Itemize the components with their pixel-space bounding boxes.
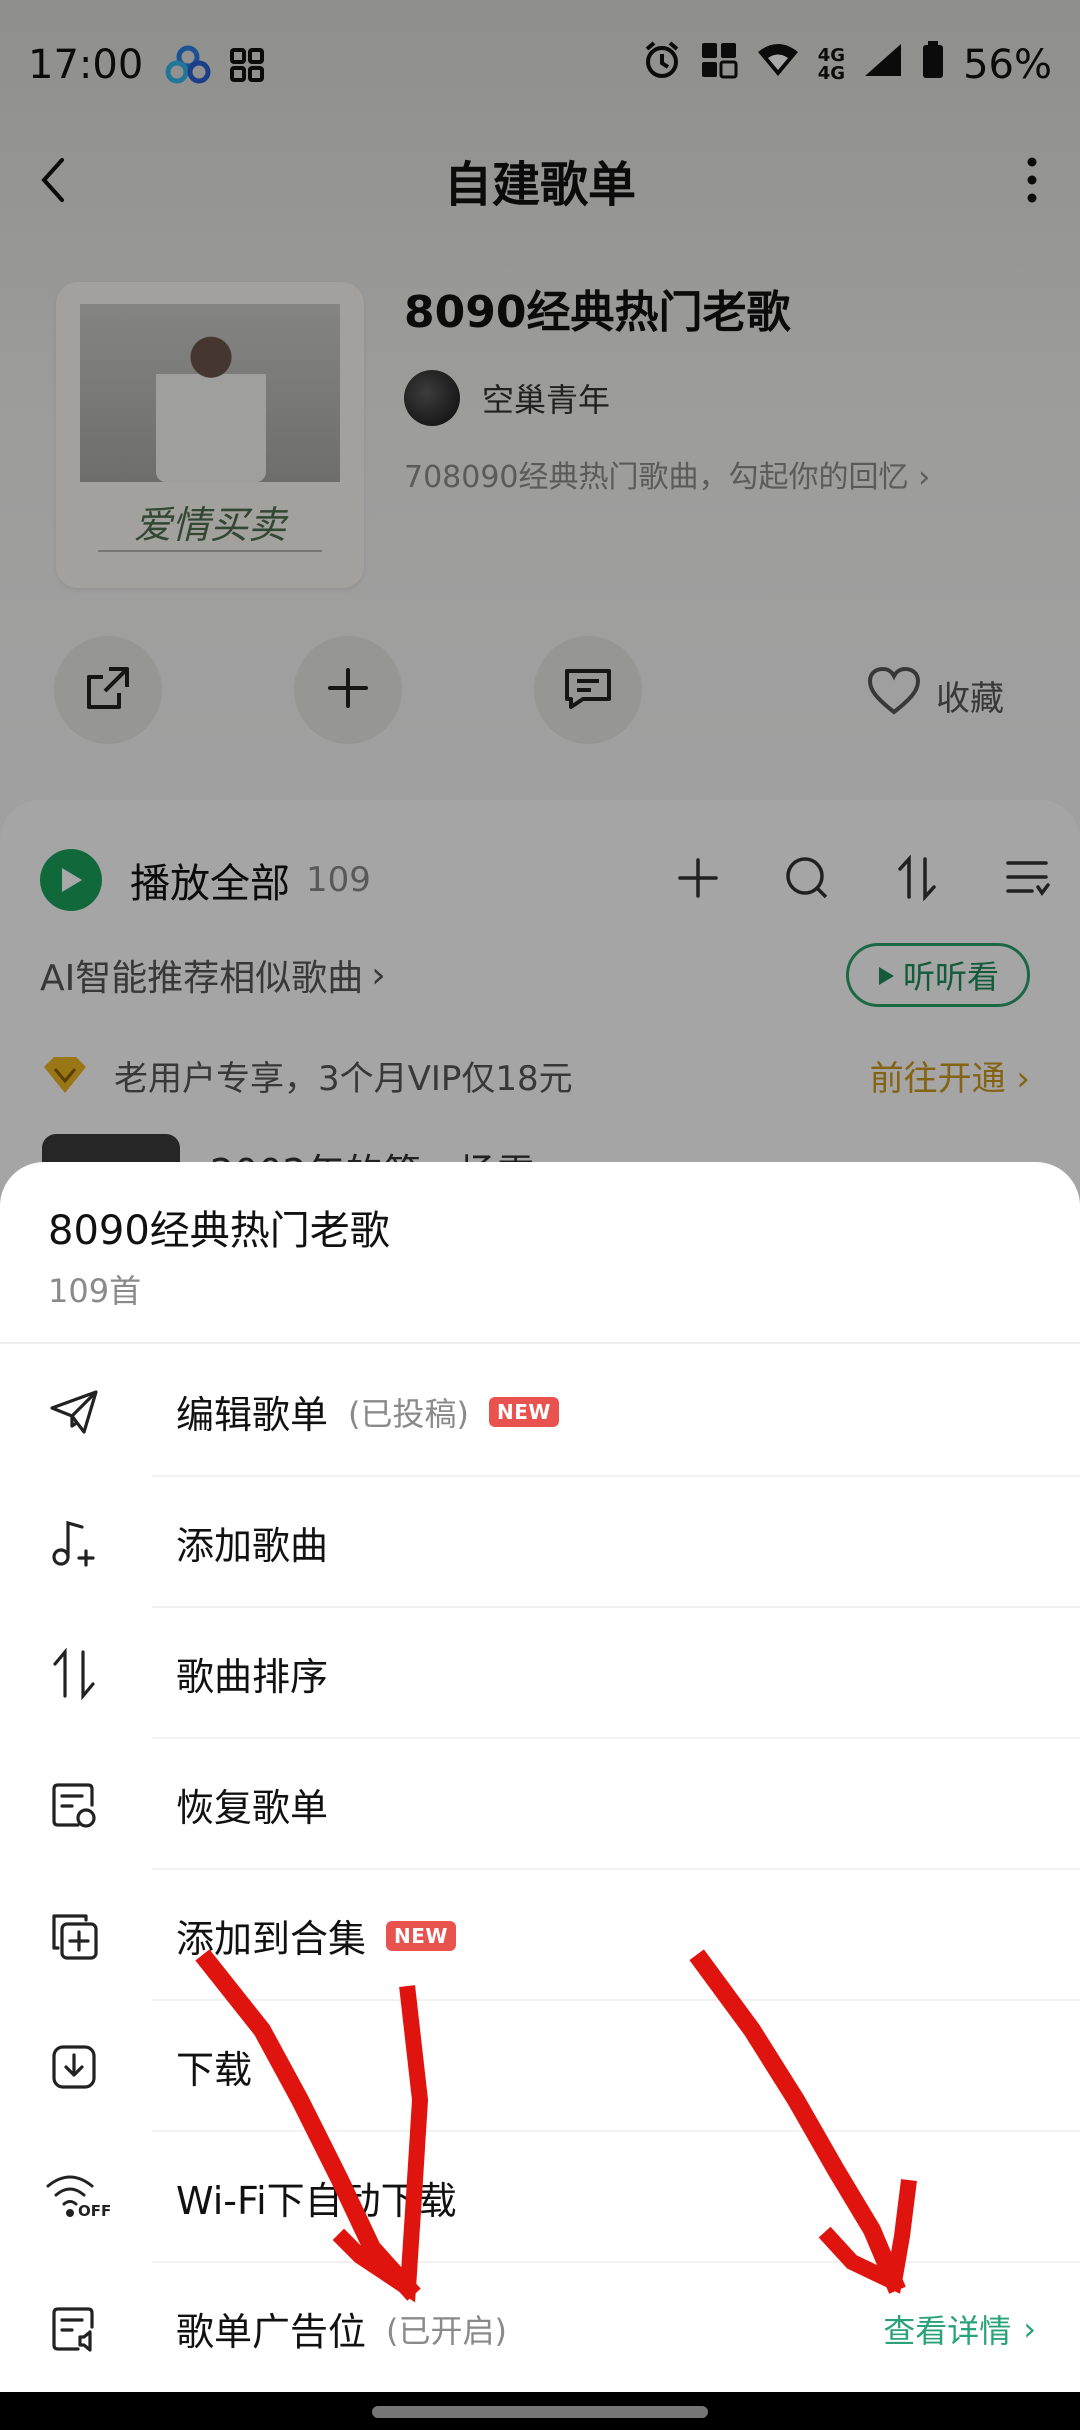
add-to-collection-icon <box>44 1906 104 1966</box>
menu-item-sort-songs[interactable]: 歌曲排序 <box>0 1608 1080 1739</box>
menu-label: 下载 <box>176 2039 252 2094</box>
view-details-label: 查看详情 <box>883 2311 1012 2350</box>
wifi-off-label: OFF <box>78 2201 112 2220</box>
menu-item-text: 歌曲排序 <box>176 1655 329 1699</box>
music-note-add-icon <box>44 1513 104 1573</box>
menu-item-text: 恢复歌单 <box>176 1786 329 1830</box>
wifi-off-icon: OFF <box>44 2168 124 2228</box>
chevron-right-icon: › <box>1023 2309 1036 2348</box>
menu-item-edit-playlist[interactable]: 编辑歌单 (已投稿) NEW <box>0 1346 1080 1477</box>
home-indicator[interactable] <box>372 2406 708 2418</box>
options-menu: 编辑歌单 (已投稿) NEW 添加歌曲 歌曲排序 恢复歌单 添加到合集 NEW … <box>0 1346 1080 2394</box>
menu-item-wifi-auto-download[interactable]: OFF Wi-Fi下自动下载 <box>0 2132 1080 2263</box>
playlist-options-sheet: 8090经典热门老歌 109首 编辑歌单 (已投稿) NEW 添加歌曲 歌曲排序… <box>0 1162 1080 2392</box>
menu-item-text: Wi-Fi下自动下载 <box>176 2179 457 2223</box>
sheet-header: 8090经典热门老歌 109首 <box>0 1162 1080 1344</box>
menu-label: 歌曲排序 <box>176 1646 328 1701</box>
menu-label: Wi-Fi下自动下载 <box>176 2170 457 2225</box>
menu-label: 编辑歌单 (已投稿) NEW <box>176 1384 559 1439</box>
menu-item-note: (已投稿) <box>348 1394 469 1433</box>
menu-item-text: 歌单广告位 <box>176 2310 367 2354</box>
menu-item-add-songs[interactable]: 添加歌曲 <box>0 1477 1080 1608</box>
menu-label: 歌单广告位 (已开启) <box>176 2301 507 2356</box>
menu-item-text: 添加歌曲 <box>176 1524 329 1568</box>
menu-item-restore-playlist[interactable]: 恢复歌单 <box>0 1739 1080 1870</box>
download-icon <box>44 2037 104 2097</box>
menu-label: 添加到合集 NEW <box>176 1908 456 1963</box>
menu-item-ad-slot[interactable]: 歌单广告位 (已开启) 查看详情 › <box>0 2263 1080 2394</box>
paper-plane-icon <box>44 1382 104 1442</box>
menu-item-text: 编辑歌单 <box>176 1393 329 1437</box>
new-badge: NEW <box>386 1920 456 1951</box>
menu-item-text: 下载 <box>176 2048 253 2092</box>
menu-label: 添加歌曲 <box>176 1515 328 1570</box>
menu-item-add-to-collection[interactable]: 添加到合集 NEW <box>0 1870 1080 2001</box>
new-badge: NEW <box>489 1396 559 1427</box>
restore-list-icon <box>44 1775 104 1835</box>
menu-item-download[interactable]: 下载 <box>0 2001 1080 2132</box>
sheet-title: 8090经典热门老歌 <box>48 1208 390 1254</box>
sort-arrows-icon <box>44 1644 104 1704</box>
system-nav-area <box>0 2392 1080 2430</box>
menu-label: 恢复歌单 <box>176 1777 328 1832</box>
ad-slot-icon <box>44 2299 104 2359</box>
sheet-song-count: 109首 <box>48 1272 142 1310</box>
view-details-link[interactable]: 查看详情 › <box>883 2306 1036 2352</box>
menu-item-note: (已开启) <box>386 2311 507 2350</box>
menu-item-text: 添加到合集 <box>176 1917 367 1961</box>
